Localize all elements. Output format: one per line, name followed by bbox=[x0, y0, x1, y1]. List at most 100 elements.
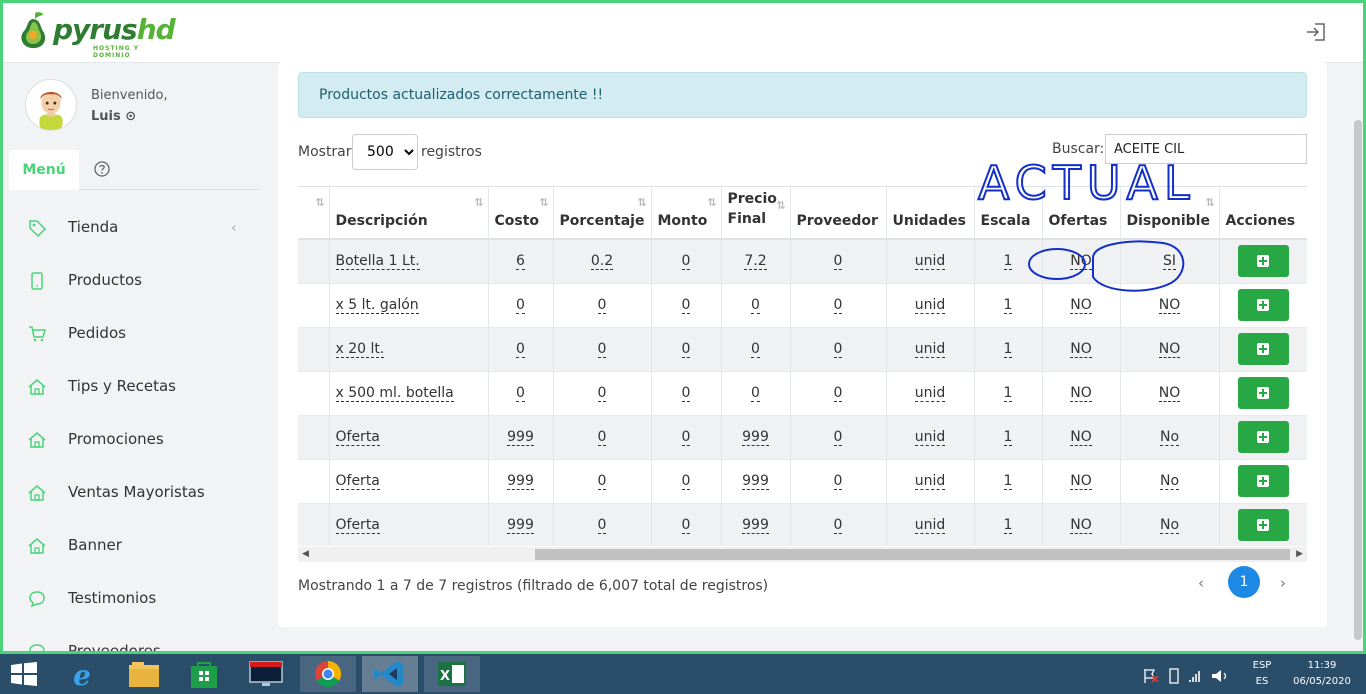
editable-value[interactable]: 0 bbox=[597, 517, 607, 535]
page-1-button[interactable]: 1 bbox=[1228, 566, 1260, 598]
cell-ofertas[interactable]: NO bbox=[1042, 326, 1121, 371]
editable-value[interactable]: SI bbox=[1162, 253, 1176, 271]
editable-value[interactable]: 0 bbox=[833, 429, 843, 446]
cell-porcentaje[interactable]: 0 bbox=[553, 282, 652, 327]
sidebar-item-tips[interactable]: Tips y Recetas bbox=[3, 363, 273, 416]
editable-value[interactable]: NO bbox=[1158, 341, 1181, 358]
editable-value[interactable]: 1 bbox=[1003, 473, 1013, 490]
editable-value[interactable]: NO bbox=[1158, 297, 1181, 314]
cell-porcentaje[interactable]: 0 bbox=[553, 502, 652, 546]
cell-precio-final[interactable]: 999 bbox=[721, 414, 791, 459]
avatar[interactable] bbox=[25, 79, 77, 131]
cell-monto[interactable]: 0 bbox=[651, 414, 722, 459]
cell-costo[interactable]: 0 bbox=[488, 282, 554, 327]
cell-descripcion[interactable]: Oferta bbox=[329, 502, 489, 546]
sidebar-item-pedidos[interactable]: Pedidos bbox=[3, 310, 273, 363]
column-header-monto[interactable]: Monto ⇅ bbox=[651, 187, 722, 240]
excel-icon[interactable]: X bbox=[424, 656, 480, 692]
editable-value[interactable]: 1 bbox=[1003, 429, 1013, 446]
editable-value[interactable]: 0 bbox=[597, 341, 607, 358]
cell-disponible[interactable]: No bbox=[1120, 414, 1220, 459]
add-button[interactable] bbox=[1237, 509, 1289, 542]
cell-monto[interactable]: 0 bbox=[651, 502, 722, 546]
editable-value[interactable]: 0 bbox=[516, 297, 525, 314]
expand-cell[interactable] bbox=[298, 414, 330, 459]
editable-value[interactable]: unid bbox=[914, 385, 946, 402]
cell-descripcion[interactable]: x 500 ml. botella bbox=[329, 370, 489, 415]
editable-value[interactable]: 0 bbox=[833, 253, 843, 271]
sidebar-item-promociones[interactable]: Promociones bbox=[3, 416, 273, 469]
sidebar-item-productos[interactable]: Productos bbox=[3, 257, 273, 310]
editable-value[interactable]: NO bbox=[1070, 253, 1092, 271]
editable-value[interactable]: NO bbox=[1070, 473, 1092, 490]
editable-value[interactable]: NO bbox=[1070, 385, 1092, 402]
cell-unidades[interactable]: unid bbox=[886, 370, 975, 415]
cell-descripcion[interactable]: x 5 lt. galón bbox=[329, 282, 489, 327]
cell-precio-final[interactable]: 999 bbox=[721, 458, 791, 503]
cell-escala[interactable]: 1 bbox=[974, 370, 1043, 415]
add-button[interactable] bbox=[1237, 465, 1289, 497]
column-header-porcentaje[interactable]: Porcentaje ⇅ bbox=[553, 187, 652, 240]
scroll-left-arrow-icon[interactable]: ◀ bbox=[302, 549, 309, 559]
column-header-costo[interactable]: Costo ⇅ bbox=[488, 187, 554, 240]
search-input[interactable] bbox=[1105, 134, 1307, 164]
cell-unidades[interactable]: unid bbox=[886, 458, 975, 503]
cell-proveedor[interactable]: 0 bbox=[790, 458, 887, 503]
cell-costo[interactable]: 0 bbox=[488, 370, 554, 415]
column-header-disponible[interactable]: Disponible ⇅ bbox=[1120, 187, 1220, 240]
editable-value[interactable]: 0 bbox=[751, 297, 760, 314]
previous-page-button[interactable]: ‹ bbox=[1198, 574, 1204, 592]
cell-precio-final[interactable]: 0 bbox=[721, 282, 791, 327]
cell-unidades[interactable]: unid bbox=[886, 238, 975, 283]
cell-escala[interactable]: 1 bbox=[974, 282, 1043, 327]
cell-ofertas[interactable]: NO bbox=[1042, 282, 1121, 327]
cell-costo[interactable]: 6 bbox=[488, 238, 554, 283]
tab-menu[interactable]: Menú bbox=[9, 150, 79, 190]
lenovo-icon[interactable] bbox=[238, 656, 294, 692]
editable-value[interactable]: No bbox=[1159, 429, 1180, 446]
editable-value[interactable]: Oferta bbox=[335, 429, 380, 446]
cell-unidades[interactable]: unid bbox=[886, 282, 975, 327]
cell-escala[interactable]: 1 bbox=[974, 458, 1043, 503]
editable-value[interactable]: 0 bbox=[516, 385, 525, 402]
cell-escala[interactable]: 1 bbox=[974, 238, 1043, 283]
cell-escala[interactable]: 1 bbox=[974, 502, 1043, 546]
editable-value[interactable]: 999 bbox=[507, 517, 534, 535]
scroll-right-arrow-icon[interactable]: ▶ bbox=[1296, 549, 1303, 559]
editable-value[interactable]: 0 bbox=[681, 473, 691, 490]
vscode-icon[interactable] bbox=[362, 656, 418, 692]
editable-value[interactable]: 0 bbox=[833, 297, 843, 314]
cell-disponible[interactable]: NO bbox=[1120, 370, 1220, 415]
cell-costo[interactable]: 999 bbox=[488, 502, 554, 546]
cell-disponible[interactable]: No bbox=[1120, 502, 1220, 546]
file-explorer-icon[interactable] bbox=[116, 656, 172, 692]
next-page-button[interactable]: › bbox=[1280, 574, 1286, 592]
editable-value[interactable]: 0 bbox=[597, 429, 607, 446]
editable-value[interactable]: unid bbox=[914, 341, 946, 358]
editable-value[interactable]: 1 bbox=[1003, 297, 1013, 314]
scrollbar-thumb[interactable] bbox=[1354, 120, 1362, 640]
cell-ofertas[interactable]: NO bbox=[1042, 238, 1121, 283]
editable-value[interactable]: 0 bbox=[597, 385, 607, 402]
cell-porcentaje[interactable]: 0 bbox=[553, 326, 652, 371]
expand-cell[interactable] bbox=[298, 502, 330, 546]
sidebar-item-testimonios[interactable]: Testimonios bbox=[3, 575, 273, 628]
cell-unidades[interactable]: unid bbox=[886, 414, 975, 459]
editable-value[interactable]: 0 bbox=[833, 473, 843, 490]
editable-value[interactable]: 0 bbox=[516, 341, 525, 358]
page-length-select[interactable]: 500 bbox=[352, 134, 418, 170]
cell-descripcion[interactable]: x 20 lt. bbox=[329, 326, 489, 371]
cell-escala[interactable]: 1 bbox=[974, 326, 1043, 371]
cell-unidades[interactable]: unid bbox=[886, 502, 975, 546]
editable-value[interactable]: No bbox=[1159, 517, 1180, 535]
cell-descripcion[interactable]: Botella 1 Lt. bbox=[329, 238, 489, 283]
cell-monto[interactable]: 0 bbox=[651, 458, 722, 503]
add-button[interactable] bbox=[1237, 377, 1289, 409]
editable-value[interactable]: x 500 ml. botella bbox=[335, 385, 454, 402]
editable-value[interactable]: 999 bbox=[742, 429, 769, 446]
editable-value[interactable]: 0 bbox=[681, 385, 691, 402]
editable-value[interactable]: No bbox=[1159, 473, 1180, 490]
sidebar-item-proveedores[interactable]: Proveedores bbox=[3, 628, 273, 651]
editable-value[interactable]: 999 bbox=[742, 473, 769, 490]
system-clock[interactable]: 11:39 06/05/2020 bbox=[1286, 658, 1358, 690]
